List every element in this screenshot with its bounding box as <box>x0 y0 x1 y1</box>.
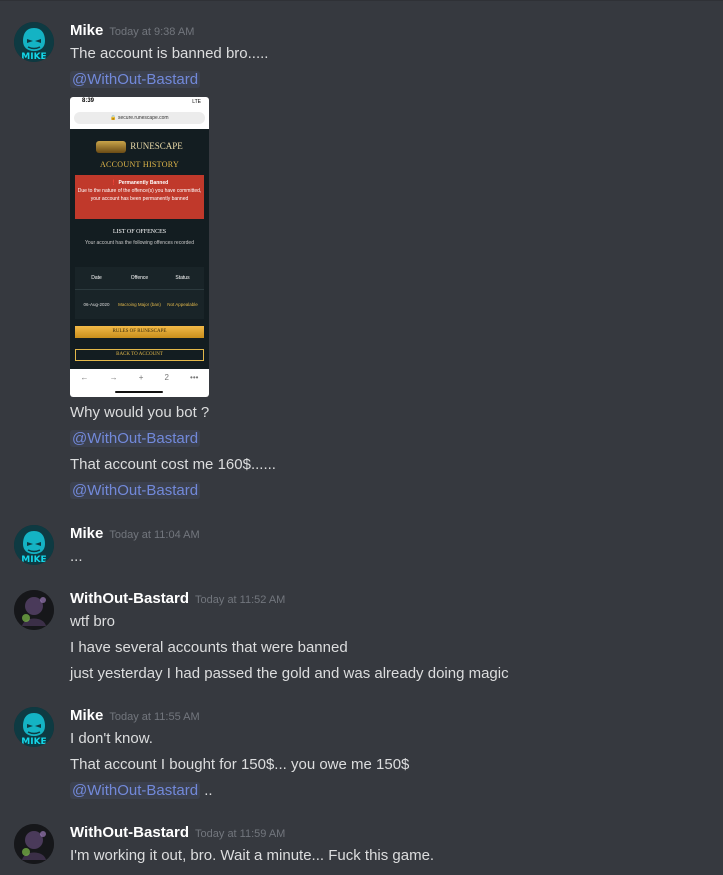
message-header: Mike Today at 11:55 AM <box>70 707 200 727</box>
table-cell: Macroing Major (ban) <box>118 301 161 307</box>
withoutbastard-avatar-icon <box>14 824 54 864</box>
message-header: Mike Today at 11:04 AM <box>70 525 200 545</box>
avatar[interactable] <box>14 824 54 864</box>
message-text: .. <box>204 782 213 799</box>
author-name[interactable]: Mike <box>70 525 103 542</box>
home-indicator <box>115 391 163 393</box>
lock-icon: 🔒 <box>110 115 117 121</box>
message-text: just yesterday I had passed the gold and… <box>70 665 509 682</box>
message-text: wtf bro <box>70 613 116 630</box>
avatar[interactable] <box>14 590 54 630</box>
avatar[interactable]: MIKE <box>14 22 54 62</box>
offences-table: Date Offence Status 06-Aug-2020 Macroing… <box>75 267 204 319</box>
timestamp: Today at 11:59 AM <box>195 828 286 840</box>
timestamp: Today at 11:52 AM <box>195 594 286 606</box>
column-header: Status <box>175 275 190 281</box>
timestamp: Today at 11:55 AM <box>109 711 200 723</box>
author-name[interactable]: WithOut-Bastard <box>70 590 189 607</box>
timestamp: Today at 11:04 AM <box>109 529 200 541</box>
new-tab-icon: + <box>138 373 144 382</box>
game-logo-icon <box>96 140 127 153</box>
message-text: Why would you bot ? <box>70 404 210 421</box>
message-text: I have several accounts that were banned <box>70 639 348 656</box>
mike-avatar-icon: MIKE <box>14 22 54 62</box>
page-title: ACCOUNT HISTORY <box>99 160 180 169</box>
author-name[interactable]: Mike <box>70 22 103 39</box>
rules-button: RULES OF RUNESCAPE <box>75 326 204 338</box>
mike-avatar-icon: MIKE <box>14 525 54 565</box>
message-line: @WithOut-Bastard .. <box>70 781 213 801</box>
tabs-count-icon: 2 <box>164 373 169 382</box>
url-text: secure.runescape.com <box>118 115 169 121</box>
message-text: The account is banned bro..... <box>70 45 269 62</box>
browser-url-bar: 🔒 secure.runescape.com <box>70 109 209 129</box>
runescape-page: RUNESCAPE ACCOUNT HISTORY ❗ Permanently … <box>70 129 209 369</box>
message-text: That account I bought for 150$... you ow… <box>70 756 410 773</box>
mike-avatar-icon: MIKE <box>14 707 54 747</box>
back-button: BACK TO ACCOUNT <box>75 349 204 361</box>
timestamp: Today at 9:38 AM <box>109 26 195 38</box>
avatar[interactable]: MIKE <box>14 707 54 747</box>
svg-text:MIKE: MIKE <box>21 555 46 565</box>
table-row: 06-Aug-2020 Macroing Major (ban) Not App… <box>75 290 204 318</box>
message-text: That account cost me 160$...... <box>70 456 276 473</box>
forward-arrow-icon: → <box>109 373 118 382</box>
more-icon: ••• <box>190 373 199 382</box>
message-header: WithOut-Bastard Today at 11:59 AM <box>70 824 285 844</box>
author-name[interactable]: Mike <box>70 707 103 724</box>
mention[interactable]: @WithOut-Bastard <box>70 71 201 88</box>
avatar[interactable]: MIKE <box>14 525 54 565</box>
message-line: @WithOut-Bastard <box>70 70 201 90</box>
message-text: ... <box>70 548 83 565</box>
svg-text:MIKE: MIKE <box>21 52 46 62</box>
column-header: Date <box>91 275 102 281</box>
ban-title: Permanently Banned <box>118 180 169 186</box>
message-text: I'm working it out, bro. Wait a minute..… <box>70 847 435 864</box>
offences-title: LIST OF OFFENCES <box>112 229 167 235</box>
phone-indicators: LTE <box>192 99 201 105</box>
back-arrow-icon: ← <box>80 373 89 382</box>
message-text: I don't know. <box>70 730 153 747</box>
offences-subtitle: Your account has the following offences … <box>85 240 194 246</box>
message-header: Mike Today at 9:38 AM <box>70 22 194 42</box>
warning-icon: ❗ <box>110 180 118 186</box>
mention[interactable]: @WithOut-Bastard <box>70 782 201 799</box>
logo: RUNESCAPE <box>70 137 209 155</box>
message-header: WithOut-Bastard Today at 11:52 AM <box>70 590 285 610</box>
attachment-image[interactable]: 8:39 LTE 🔒 secure.runescape.com RUNESCAP… <box>70 97 209 397</box>
svg-text:MIKE: MIKE <box>21 737 46 747</box>
column-header: Offence <box>130 275 149 281</box>
withoutbastard-avatar-icon <box>14 590 54 630</box>
table-header: Date Offence Status <box>75 267 204 290</box>
ban-notice: ❗ Permanently Banned Due to the nature o… <box>75 175 204 219</box>
logo-text: RUNESCAPE <box>130 140 183 151</box>
mention[interactable]: @WithOut-Bastard <box>70 482 201 499</box>
mention[interactable]: @WithOut-Bastard <box>70 430 201 447</box>
phone-time: 8:39 <box>82 98 95 104</box>
table-cell: 06-Aug-2020 <box>83 301 110 307</box>
phone-status-bar: 8:39 LTE <box>70 97 209 109</box>
top-divider <box>0 0 723 1</box>
message-line: @WithOut-Bastard <box>70 429 201 449</box>
ban-text: Due to the nature of the offence(s) you … <box>77 188 202 202</box>
message-line: @WithOut-Bastard <box>70 481 201 501</box>
author-name[interactable]: WithOut-Bastard <box>70 824 189 841</box>
table-cell: Not Appealable <box>167 301 198 307</box>
